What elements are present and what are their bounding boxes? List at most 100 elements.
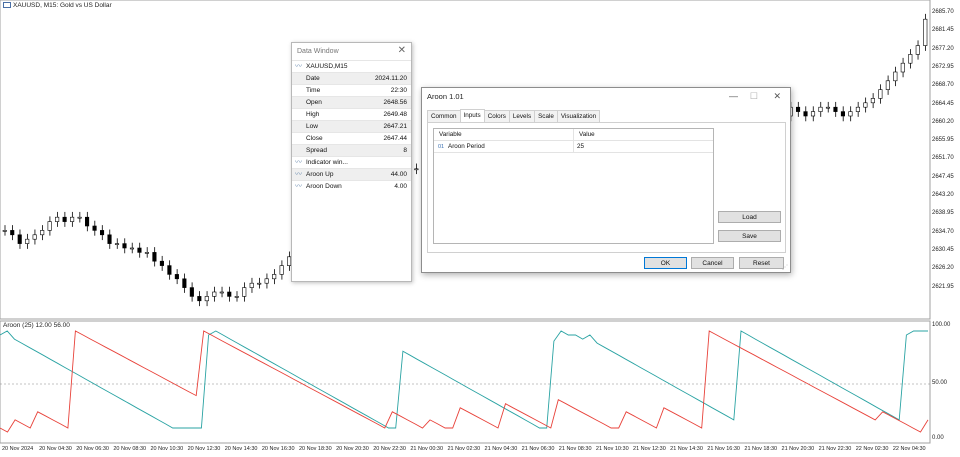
candle-body <box>159 260 164 266</box>
time-tick-label: 21 Nov 12:30 <box>633 446 666 452</box>
time-tick-label: 20 Nov 08:30 <box>113 446 147 452</box>
time-tick-label: 21 Nov 22:30 <box>818 446 852 452</box>
minimize-icon[interactable]: — <box>729 91 738 101</box>
candle-body <box>144 252 149 254</box>
save-button[interactable]: Save <box>718 230 781 242</box>
chart-window-icon <box>3 2 11 9</box>
time-tick-label: 21 Nov 16:30 <box>707 446 740 452</box>
time-tick-label: 20 Nov 22:30 <box>373 446 406 452</box>
tab-scale[interactable]: Scale <box>534 110 558 122</box>
price-tick-label: 2660.20 <box>932 118 954 125</box>
data-window[interactable]: Data Window ✕ 〰 XAUUSD,M15 Date 2024.11.2… <box>291 42 412 282</box>
candle-body <box>70 216 75 222</box>
candle-body <box>878 89 883 99</box>
column-header-value: Value <box>574 129 713 141</box>
candle-body <box>189 287 194 297</box>
tab-common[interactable]: Common <box>427 110 461 122</box>
close-icon[interactable]: ✕ <box>398 45 406 56</box>
indicator-icon: 〰 <box>295 183 302 190</box>
time-tick-label: 20 Nov 04:30 <box>39 446 72 452</box>
aroon-period-value[interactable]: 25 <box>574 141 713 153</box>
candle-body <box>10 230 15 236</box>
time-tick-label: 20 Nov 20:30 <box>336 446 369 452</box>
time-tick-label: 20 Nov 12:30 <box>187 446 221 452</box>
time-tick-label: 20 Nov 14:30 <box>224 446 258 452</box>
candle-body <box>40 230 45 236</box>
candle-body <box>85 216 90 227</box>
candle-body <box>257 282 262 285</box>
tab-visualization[interactable]: Visualization <box>556 110 601 122</box>
candle-body <box>47 221 52 231</box>
indicator-window-row: 〰 Indicator win... <box>292 156 411 168</box>
candle-body <box>204 296 209 302</box>
candle-body <box>803 111 808 117</box>
candle-body <box>893 71 898 82</box>
maximize-icon[interactable]: ☐ <box>750 91 758 102</box>
data-row-close: Close 2647.44 <box>292 132 411 144</box>
candle-body <box>107 234 112 244</box>
data-row-time: Time 22:30 <box>292 84 411 96</box>
candle-body <box>900 62 905 73</box>
indicator-row-aroon-up: 〰 Aroon Up 44.00 <box>292 168 411 180</box>
candle-body <box>810 111 816 117</box>
tab-levels[interactable]: Levels <box>508 110 536 122</box>
price-tick-label: 2672.95 <box>932 63 954 70</box>
data-row-spread: Spread 8 <box>292 144 411 156</box>
time-tick-label: 20 Nov 10:30 <box>150 446 184 452</box>
tab-colors[interactable]: Colors <box>483 110 510 122</box>
indicator-tick-label: 50.00 <box>932 380 948 386</box>
time-tick-label: 21 Nov 02:30 <box>447 446 481 452</box>
candle-body <box>855 106 860 112</box>
resize-grip-icon[interactable]: ⋰ <box>782 264 788 271</box>
candle-body <box>870 98 875 104</box>
candle-body <box>32 234 37 240</box>
tab-inputs[interactable]: Inputs <box>459 109 485 122</box>
candle-body <box>17 234 22 244</box>
price-tick-label: 2681.45 <box>932 27 954 34</box>
indicator-panel <box>0 320 931 444</box>
candle-body <box>249 282 254 288</box>
candle-body <box>915 45 920 55</box>
inputs-grid: Variable Value 01 Aroon Period 25 <box>433 128 714 244</box>
load-button[interactable]: Load <box>718 211 781 223</box>
close-icon[interactable]: ✕ <box>773 91 781 102</box>
candle-body <box>62 216 67 222</box>
reset-button[interactable]: Reset <box>739 257 784 269</box>
candle-body <box>923 18 928 46</box>
candle-body <box>114 243 120 245</box>
candle-body <box>2 230 7 232</box>
candle-body <box>863 102 868 108</box>
price-tick-label: 2655.95 <box>932 137 954 144</box>
candle-body <box>55 216 60 222</box>
candle-body <box>212 291 217 297</box>
price-tick-label: 2664.45 <box>932 100 954 107</box>
candle-body <box>77 216 82 219</box>
candle-body <box>227 291 232 297</box>
param-row-name[interactable]: 01 Aroon Period <box>434 141 574 153</box>
indicator-tick-label: 100.00 <box>932 322 951 328</box>
candle-body <box>99 230 105 236</box>
price-tick-label: 2647.45 <box>932 173 954 180</box>
time-tick-label: 20 Nov 18:30 <box>298 446 332 452</box>
time-tick-label: 22 Nov 02:30 <box>855 446 889 452</box>
price-tick-label: 2685.70 <box>932 9 954 15</box>
price-tick-label: 2626.20 <box>932 265 954 272</box>
candle-body <box>234 296 239 298</box>
candle-body <box>264 278 269 284</box>
candle-body <box>818 106 823 112</box>
candle-body <box>174 274 179 280</box>
candle-body <box>908 54 913 64</box>
time-tick-label: 21 Nov 20:30 <box>781 446 815 452</box>
candle-body <box>848 111 853 117</box>
indicator-tick-label: 0.00 <box>932 435 944 441</box>
param-name: Aroon Period <box>448 143 485 150</box>
ok-button[interactable]: OK <box>644 257 687 269</box>
price-tick-label: 2651.70 <box>932 155 954 162</box>
cancel-button[interactable]: Cancel <box>691 257 734 269</box>
candle-body <box>279 265 284 275</box>
aroon-properties-dialog[interactable]: Aroon 1.01 — ☐ ✕ Common Inputs Colors Le… <box>421 87 791 273</box>
column-header-variable: Variable <box>434 129 574 141</box>
indicator-row-aroon-down: 〰 Aroon Down 4.00 <box>292 180 411 192</box>
inputs-pane: Variable Value 01 Aroon Period 25 Load S… <box>427 122 786 253</box>
row-value: 4.00 <box>394 183 407 190</box>
